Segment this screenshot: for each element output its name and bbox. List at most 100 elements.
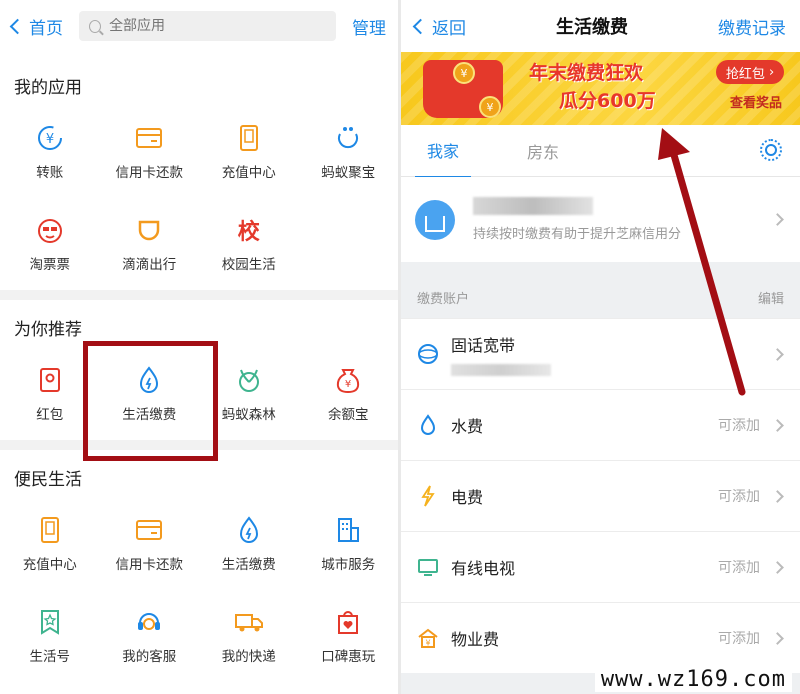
coin-icon: ¥ xyxy=(453,62,475,84)
tab-landlord[interactable]: 房东 xyxy=(515,125,571,177)
yuebao-icon: ¥ xyxy=(333,365,363,395)
bill-water[interactable]: 水费 可添加 xyxy=(401,389,800,460)
bill-broadband[interactable]: 固话宽带 xyxy=(401,318,800,389)
ant-forest-icon xyxy=(234,365,264,395)
campus-icon: 校 xyxy=(237,220,260,245)
credit-hint: 持续按时缴费有助于提升芝麻信用分 xyxy=(473,227,682,242)
chevron-right-icon xyxy=(771,418,784,432)
city-service-icon xyxy=(333,515,363,545)
chevron-right-icon xyxy=(771,560,784,574)
phone-recharge-icon xyxy=(234,123,264,153)
credit-card-icon xyxy=(134,515,164,545)
app-delivery[interactable]: 我的快递 xyxy=(199,590,299,682)
property-fee-icon: ¥ xyxy=(417,627,439,649)
search-input[interactable] xyxy=(109,18,326,34)
app-campus[interactable]: 校 校园生活 xyxy=(199,198,299,290)
app-utility-payment[interactable]: 生活缴费 xyxy=(100,348,200,440)
app-label: 生活缴费 xyxy=(122,407,177,423)
bill-name: 固话宽带 xyxy=(451,336,516,355)
utility-payment-pane: 返回 生活缴费 缴费记录 ¥ ¥ 年末缴费狂欢 瓜分600万 抢红包 › 查看奖… xyxy=(401,0,800,694)
bill-cable-tv[interactable]: 有线电视 可添加 xyxy=(401,531,800,602)
top-bar: 首页 管理 xyxy=(0,0,398,52)
life-account-icon xyxy=(35,607,65,637)
app-label: 我的快递 xyxy=(221,649,276,665)
back-label: 返回 xyxy=(432,18,466,39)
customer-service-icon xyxy=(134,607,164,637)
utility-payment-icon xyxy=(234,515,264,545)
app-taopiaopiao[interactable]: 淘票票 xyxy=(0,198,100,290)
manage-button[interactable]: 管理 xyxy=(352,14,386,39)
bill-status: 可添加 xyxy=(718,489,760,505)
phone-recharge-icon xyxy=(35,515,65,545)
banner-subline: 瓜分600万 xyxy=(559,90,656,112)
app-customer-service[interactable]: 我的客服 xyxy=(100,590,200,682)
bill-property[interactable]: ¥ 物业费 可添加 xyxy=(401,602,800,673)
app-label: 生活号 xyxy=(29,649,71,665)
tv-icon xyxy=(417,556,439,578)
section-convenience: 便民生活 充值中心 信用卡还款 生活缴费 城市服务 生活号 我的客服 我的快递 … xyxy=(0,450,398,682)
bill-name: 有线电视 xyxy=(451,559,516,578)
page-title: 生活缴费 xyxy=(556,17,628,38)
app-utility-payment[interactable]: 生活缴费 xyxy=(199,498,299,590)
bill-status: 可添加 xyxy=(718,418,760,434)
app-label: 充值中心 xyxy=(221,165,276,181)
search-box[interactable] xyxy=(79,11,336,41)
app-didi[interactable]: 滴滴出行 xyxy=(100,198,200,290)
ant-fortune-icon xyxy=(333,123,363,153)
bill-electricity[interactable]: 电费 可添加 xyxy=(401,460,800,531)
payment-record-button[interactable]: 缴费记录 xyxy=(718,14,786,39)
grab-red-packet-button[interactable]: 抢红包 › xyxy=(716,60,784,84)
app-label: 校园生活 xyxy=(221,257,276,273)
app-transfer[interactable]: ¥ 转账 xyxy=(0,106,100,198)
chevron-right-icon xyxy=(771,489,784,503)
svg-text:¥: ¥ xyxy=(345,379,351,390)
app-label: 我的客服 xyxy=(122,649,177,665)
svg-text:¥: ¥ xyxy=(46,132,54,147)
app-life-account[interactable]: 生活号 xyxy=(0,590,100,682)
app-recharge[interactable]: 充值中心 xyxy=(199,106,299,198)
chevron-right-icon xyxy=(771,213,784,226)
svg-text:¥: ¥ xyxy=(425,639,430,648)
app-koubei[interactable]: 口碑惠玩 xyxy=(299,590,399,682)
tab-my-home[interactable]: 我家 xyxy=(415,124,472,178)
utility-payment-icon xyxy=(134,365,164,395)
bill-name: 水费 xyxy=(451,417,484,436)
app-label: 口碑惠玩 xyxy=(321,649,376,665)
promo-banner[interactable]: ¥ ¥ 年末缴费狂欢 瓜分600万 抢红包 › 查看奖品 xyxy=(401,52,800,125)
bill-status: 可添加 xyxy=(718,560,760,576)
app-credit-card[interactable]: 信用卡还款 xyxy=(100,498,200,590)
grab-label: 抢红包 xyxy=(725,66,765,82)
back-button[interactable]: 首页 xyxy=(9,14,63,39)
back-button[interactable]: 返回 xyxy=(412,14,466,39)
top-bar: 返回 生活缴费 缴费记录 xyxy=(401,0,800,52)
gear-icon[interactable] xyxy=(760,139,782,161)
bill-name: 物业费 xyxy=(451,630,500,649)
section-recommended: 为你推荐 红包 生活缴费 蚂蚁森林 ¥ 余额宝 xyxy=(0,300,398,440)
app-label: 信用卡还款 xyxy=(115,165,184,181)
app-recharge[interactable]: 充值中心 xyxy=(0,498,100,590)
app-credit-card[interactable]: 信用卡还款 xyxy=(100,106,200,198)
bill-status: 可添加 xyxy=(718,631,760,647)
app-list-pane: 首页 管理 我的应用 ¥ 转账 信用卡还款 充值中心 蚂蚁聚宝 xyxy=(0,0,398,694)
house-icon xyxy=(415,199,455,240)
tab-bar: 我家 房东 xyxy=(401,124,800,178)
koubei-icon xyxy=(333,607,363,637)
delivery-truck-icon xyxy=(234,607,264,637)
edit-button[interactable]: 编辑 xyxy=(758,288,784,307)
red-packet-icon xyxy=(35,365,65,395)
app-yuebao[interactable]: ¥ 余额宝 xyxy=(299,348,399,440)
credit-card-icon xyxy=(134,123,164,153)
app-ant-fortune[interactable]: 蚂蚁聚宝 xyxy=(299,106,399,198)
broadband-icon xyxy=(417,343,439,365)
chevron-right-icon xyxy=(771,347,784,361)
chevron-left-icon xyxy=(412,18,429,34)
section-title: 为你推荐 xyxy=(14,320,82,340)
app-city-service[interactable]: 城市服务 xyxy=(299,498,399,590)
app-ant-forest[interactable]: 蚂蚁森林 xyxy=(199,348,299,440)
banner-headline: 年末缴费狂欢 xyxy=(529,62,644,84)
home-card[interactable]: 持续按时缴费有助于提升芝麻信用分 xyxy=(401,177,800,262)
transfer-icon: ¥ xyxy=(35,123,65,153)
view-prizes-link[interactable]: 查看奖品 xyxy=(730,92,782,111)
app-red-packet[interactable]: 红包 xyxy=(0,348,100,440)
chevron-right-icon xyxy=(771,631,784,645)
